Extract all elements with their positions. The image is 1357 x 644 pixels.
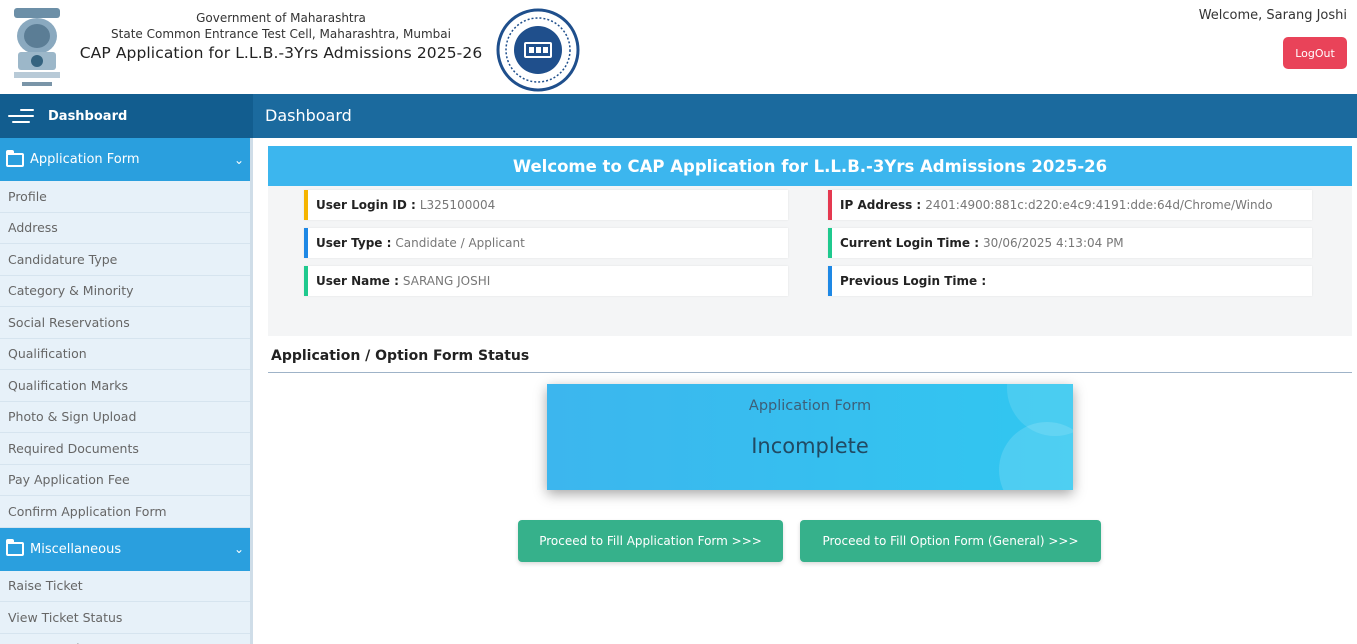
cet-logo (496, 8, 580, 92)
info-value: 2401:4900:881c:d220:e4c9:4191:dde:64d/Ch… (925, 198, 1273, 212)
folder-icon (6, 539, 24, 556)
header-text-block: Government of Maharashtra State Common E… (76, 10, 486, 64)
info-user-type: User Type : Candidate / Applicant (304, 228, 788, 258)
info-value: SARANG JOSHI (402, 274, 491, 288)
hamburger-menu-icon[interactable] (8, 106, 34, 126)
logout-button[interactable]: LogOut (1283, 37, 1347, 69)
info-label: User Name : (316, 274, 399, 288)
chevron-down-icon: ⌄ (233, 152, 244, 167)
sidebar-section-miscellaneous[interactable]: Miscellaneous ⌄ (0, 527, 250, 571)
status-card-title: Application Form (748, 398, 872, 414)
status-card-value: Incomplete (751, 434, 869, 458)
sidebar-header[interactable]: Dashboard (0, 94, 253, 138)
sidebar-item-view-ticket-status[interactable]: View Ticket Status (0, 602, 250, 634)
sidebar-item-profile[interactable]: Profile (0, 181, 250, 213)
sidebar-item-category-minority[interactable]: Category & Minority (0, 276, 250, 307)
sidebar-item-qualification[interactable]: Qualification (0, 339, 250, 370)
info-current-login-time: Current Login Time : 30/06/2025 4:13:04 … (828, 228, 1312, 258)
info-label: IP Address : (840, 198, 922, 212)
page-header: Government of Maharashtra State Common E… (0, 0, 1357, 94)
sidebar-item-pay-application-fee[interactable]: Pay Application Fee (0, 465, 250, 496)
info-ip-address: IP Address : 2401:4900:881c:d220:e4c9:41… (828, 190, 1312, 220)
application-form-status-card: Application Form Incomplete (547, 384, 1073, 490)
info-value: Candidate / Applicant (395, 236, 525, 250)
info-label: Current Login Time : (840, 236, 980, 250)
chevron-down-icon: ⌄ (233, 542, 244, 556)
info-value: L325100004 (419, 198, 496, 212)
welcome-banner: Welcome to CAP Application for L.L.B.-3Y… (268, 146, 1352, 186)
header-government-name: Government of Maharashtra (196, 11, 366, 25)
main-content: Welcome to CAP Application for L.L.B.-3Y… (253, 138, 1357, 644)
sidebar-item-payment-history[interactable]: Payment History (0, 634, 250, 644)
sidebar-dashboard-label: Dashboard (48, 108, 128, 124)
sidebar-item-candidature-type[interactable]: Candidature Type (0, 244, 250, 276)
sidebar-item-required-documents[interactable]: Required Documents (0, 433, 250, 465)
sidebar-item-confirm-application-form[interactable]: Confirm Application Form (0, 496, 250, 528)
folder-icon (6, 149, 24, 167)
info-user-login-id: User Login ID : L325100004 (304, 190, 788, 220)
sidebar: Application Form ⌄ Profile Address Candi… (0, 138, 253, 644)
maharashtra-emblem-logo (8, 6, 66, 90)
header-cell-name: State Common Entrance Test Cell, Maharas… (111, 27, 451, 41)
welcome-panel: Welcome to CAP Application for L.L.B.-3Y… (268, 146, 1352, 336)
sidebar-section-application-form[interactable]: Application Form ⌄ (0, 138, 250, 181)
info-label: User Type : (316, 236, 392, 250)
sidebar-item-qualification-marks[interactable]: Qualification Marks (0, 370, 250, 402)
proceed-fill-option-form-button[interactable]: Proceed to Fill Option Form (General) >>… (800, 520, 1101, 562)
info-label: Previous Login Time : (840, 274, 987, 288)
proceed-fill-application-form-button[interactable]: Proceed to Fill Application Form >>> (518, 520, 783, 562)
page-title: Dashboard (265, 106, 352, 125)
info-value: 30/06/2025 4:13:04 PM (983, 236, 1124, 250)
info-user-name: User Name : SARANG JOSHI (304, 266, 788, 296)
sidebar-item-address[interactable]: Address (0, 213, 250, 244)
info-label: User Login ID : (316, 198, 416, 212)
sidebar-item-social-reservations[interactable]: Social Reservations (0, 307, 250, 339)
info-previous-login-time: Previous Login Time : (828, 266, 1312, 296)
sidebar-section-label: Application Form (30, 152, 140, 167)
header-application-title: CAP Application for L.L.B.-3Yrs Admissio… (79, 44, 483, 62)
top-navigation-bar: Dashboard Dashboard (0, 94, 1357, 138)
sidebar-section-label: Miscellaneous (30, 541, 122, 557)
sidebar-item-photo-sign-upload[interactable]: Photo & Sign Upload (0, 402, 250, 433)
sidebar-item-raise-ticket[interactable]: Raise Ticket (0, 571, 250, 602)
status-section-heading: Application / Option Form Status (271, 348, 530, 364)
divider (268, 372, 1352, 373)
welcome-user-text: Welcome, Sarang Joshi (1198, 8, 1347, 23)
